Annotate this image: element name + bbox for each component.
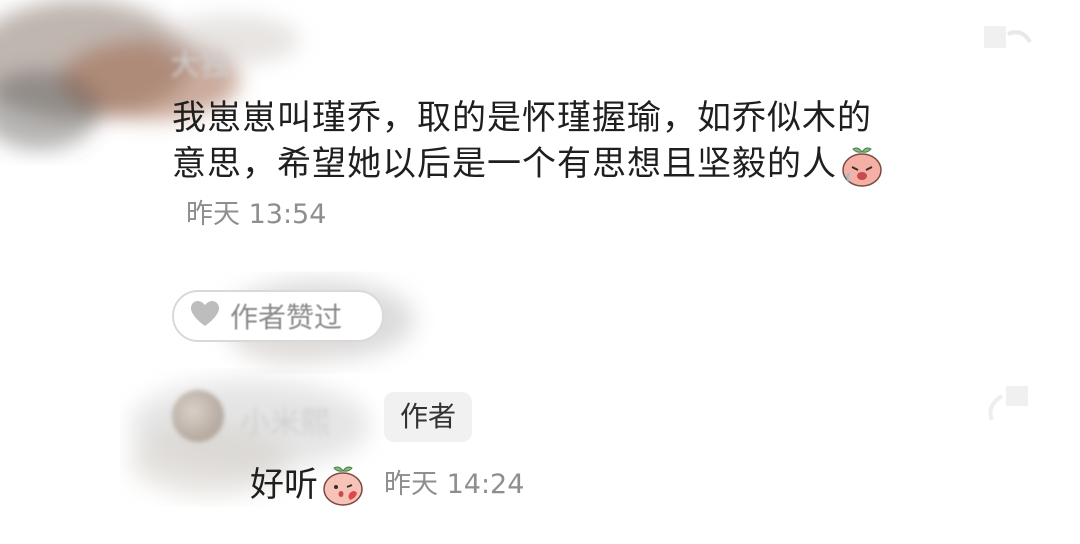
like-reply-icon[interactable] — [980, 380, 1040, 440]
comment-timestamp: 昨天 13:54 — [186, 198, 327, 230]
author-liked-badge: 作者赞过 — [172, 290, 384, 342]
like-comment-icon[interactable] — [982, 22, 1042, 72]
reply-body: 好听 — [250, 465, 318, 505]
heart-icon — [190, 300, 220, 332]
reply-avatar[interactable] — [172, 390, 224, 442]
comment-body: 我崽崽叫瑾乔，取的是怀瑾握瑜，如乔似木的意思，希望她以后是一个有思想且坚毅的人 — [172, 98, 872, 184]
crying-peach-emoji-icon — [839, 143, 885, 189]
author-liked-label: 作者赞过 — [230, 301, 343, 334]
blushing-peach-emoji-icon — [320, 462, 366, 508]
comment-text: 我崽崽叫瑾乔，取的是怀瑾握瑜，如乔似木的意思，希望她以后是一个有思想且坚毅的人 … — [172, 95, 892, 238]
reply-timestamp: 昨天 14:24 — [384, 469, 525, 500]
reply-author-name[interactable]: 小米熙 — [240, 398, 330, 442]
reply-text: 好听 昨天 14:24 — [250, 460, 524, 510]
comment-author-name[interactable]: 大独 — [170, 40, 230, 84]
author-badge: 作者 — [384, 392, 473, 442]
